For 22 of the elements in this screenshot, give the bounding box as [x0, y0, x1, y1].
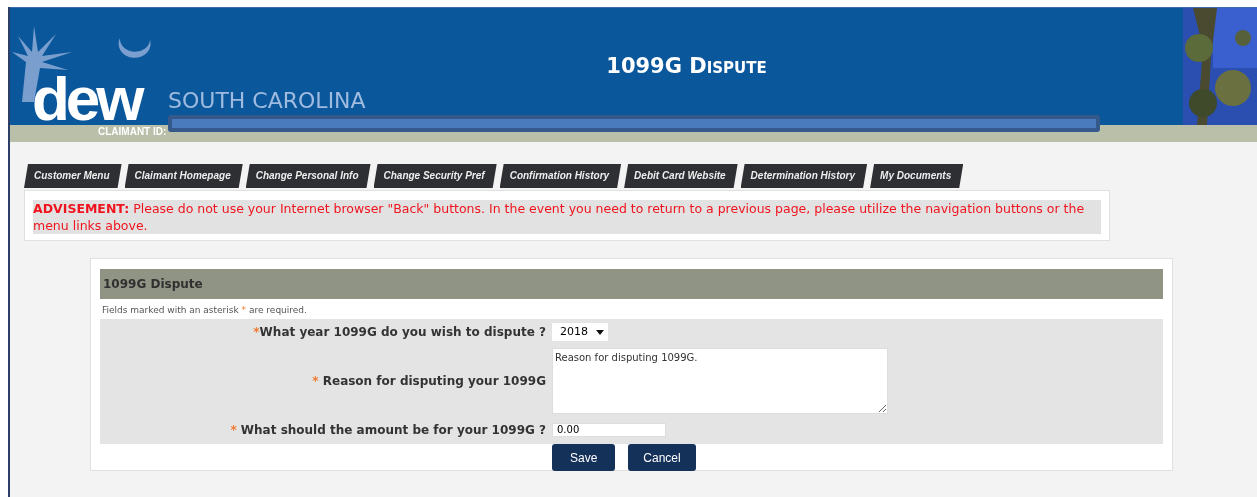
- form-header: 1099G Dispute: [100, 269, 1163, 299]
- nav-tab[interactable]: Change Security Pref: [373, 164, 497, 188]
- state-name: SOUTH CAROLINA: [168, 90, 366, 112]
- reason-field[interactable]: Reason for disputing 1099G.: [552, 348, 888, 414]
- advisement-text: ADVISEMENT: Please do not use your Internet browser "Back" buttons. In the event you need to return to a previous page, please utilize the navigation buttons or the menu links above.: [33, 200, 1101, 234]
- nav-tab[interactable]: My Documents: [870, 164, 964, 188]
- field-label: *What year 1099G do you wish to dispute ?: [252, 324, 546, 341]
- field-label: * What should the amount be for your 1099G ?: [229, 422, 546, 439]
- nav-tab[interactable]: Change Personal Info: [245, 164, 371, 188]
- cancel-button[interactable]: Cancel: [628, 444, 696, 471]
- page-title: 1099G Dispute: [605, 53, 768, 80]
- nav-tab[interactable]: Customer Menu: [24, 164, 122, 188]
- save-button[interactable]: Save: [552, 444, 616, 471]
- required-note: Fields marked with an asterisk * are required.: [101, 304, 308, 317]
- amount-field[interactable]: 0.00: [552, 423, 666, 437]
- nav-tab[interactable]: Confirmation History: [499, 164, 622, 188]
- nav-tab[interactable]: Determination History: [740, 164, 868, 188]
- field-label: * Reason for disputing your 1099G: [311, 373, 546, 390]
- year-dropdown[interactable]: 2018: [552, 323, 608, 341]
- nav-tab[interactable]: Debit Card Website: [624, 164, 738, 188]
- nav-tab[interactable]: Claimant Homepage: [124, 164, 243, 188]
- caret-icon: [596, 329, 604, 335]
